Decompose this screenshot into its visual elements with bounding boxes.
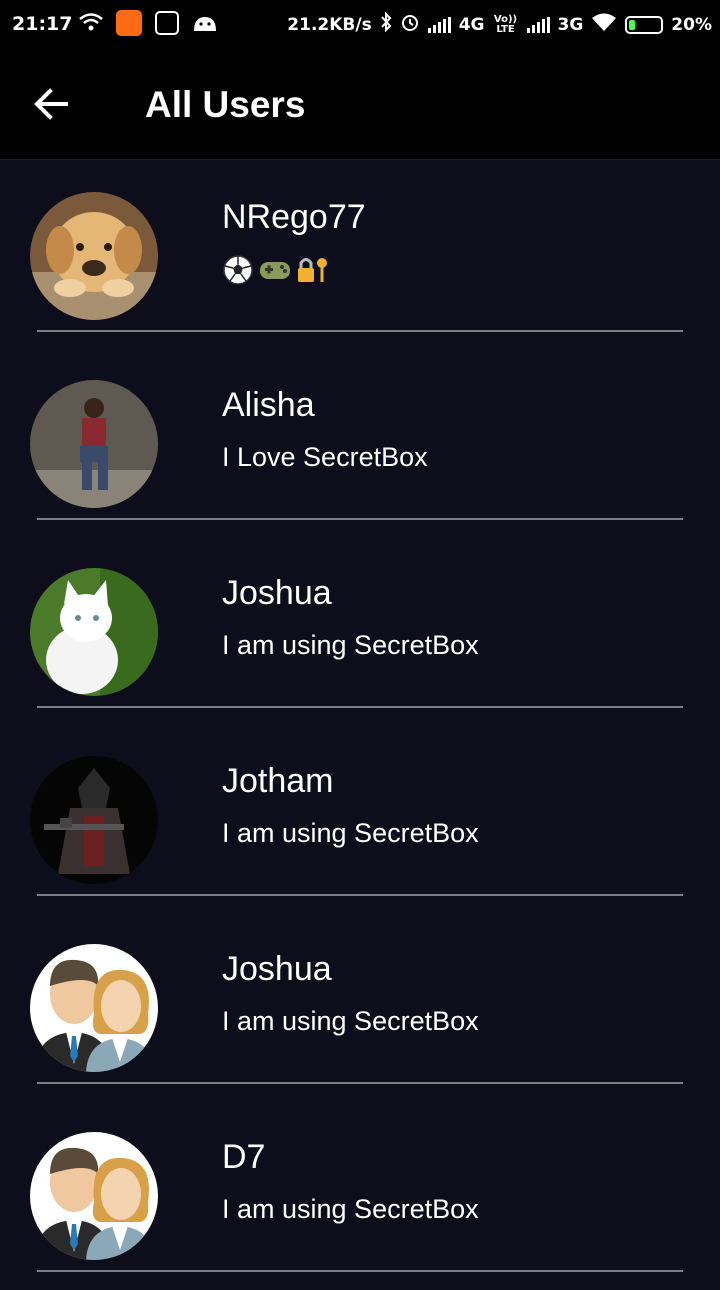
user-list: NRego77 Alisha I Love SecretBox Joshua I… bbox=[0, 162, 720, 1290]
arrow-left-icon bbox=[34, 88, 68, 120]
list-item[interactable]: Alisha I Love SecretBox bbox=[0, 350, 720, 538]
divider bbox=[37, 1270, 683, 1272]
calculator-icon bbox=[154, 10, 180, 36]
user-name: Jotham bbox=[222, 762, 334, 800]
user-name: D7 bbox=[222, 1138, 266, 1176]
network-type-1: 4G bbox=[458, 14, 485, 35]
list-item[interactable]: D7 I am using SecretBox bbox=[0, 1102, 720, 1290]
user-status: I am using SecretBox bbox=[222, 818, 479, 848]
user-name: Joshua bbox=[222, 950, 332, 988]
alarm-icon bbox=[400, 12, 420, 37]
bluetooth-icon bbox=[380, 11, 392, 37]
user-status: I Love SecretBox bbox=[222, 442, 428, 472]
divider bbox=[37, 706, 683, 708]
wifi-icon bbox=[591, 12, 617, 37]
avatar bbox=[30, 1132, 158, 1260]
divider bbox=[37, 1082, 683, 1084]
lock-key-icon bbox=[298, 258, 327, 282]
notification-icons bbox=[78, 10, 218, 36]
network-type-2: 3G bbox=[557, 14, 584, 35]
user-name: Joshua bbox=[222, 574, 332, 612]
signal-icon-1 bbox=[427, 16, 451, 33]
app-notification-icon bbox=[116, 10, 142, 36]
list-item[interactable]: Jotham I am using SecretBox bbox=[0, 726, 720, 914]
avatar bbox=[30, 756, 158, 884]
status-bar: 21:17 21.2KB/s 4G Vo)) LTE 3G 20% bbox=[0, 0, 720, 48]
status-indicators: 21.2KB/s 4G Vo)) LTE 3G 20% bbox=[287, 11, 712, 37]
avatar bbox=[30, 192, 158, 320]
user-status: I am using SecretBox bbox=[222, 1194, 479, 1224]
user-name: NRego77 bbox=[222, 198, 366, 236]
battery-percent: 20% bbox=[671, 14, 712, 35]
android-icon bbox=[192, 10, 218, 36]
soccer-ball-icon bbox=[223, 255, 253, 285]
signal-icon-2 bbox=[526, 16, 550, 33]
avatar bbox=[30, 380, 158, 508]
volte-indicator: Vo)) LTE bbox=[493, 13, 518, 35]
avatar bbox=[30, 944, 158, 1072]
avatar bbox=[30, 568, 158, 696]
battery-fill bbox=[629, 19, 636, 30]
net-speed: 21.2KB/s bbox=[287, 14, 372, 35]
user-status: I am using SecretBox bbox=[222, 630, 479, 660]
wifi-calling-icon bbox=[78, 10, 104, 36]
divider bbox=[37, 330, 683, 332]
status-time: 21:17 bbox=[12, 13, 73, 35]
page-title: All Users bbox=[145, 84, 306, 125]
divider bbox=[37, 518, 683, 520]
user-name: Alisha bbox=[222, 386, 315, 424]
app-toolbar: All Users bbox=[0, 48, 720, 160]
user-status bbox=[222, 254, 330, 286]
list-item[interactable]: Joshua I am using SecretBox bbox=[0, 914, 720, 1102]
list-item[interactable]: NRego77 bbox=[0, 162, 720, 350]
list-item[interactable]: Joshua I am using SecretBox bbox=[0, 538, 720, 726]
game-controller-icon bbox=[260, 262, 290, 279]
user-status: I am using SecretBox bbox=[222, 1006, 479, 1036]
battery-icon bbox=[625, 15, 664, 34]
back-button[interactable] bbox=[30, 84, 80, 124]
divider bbox=[37, 894, 683, 896]
